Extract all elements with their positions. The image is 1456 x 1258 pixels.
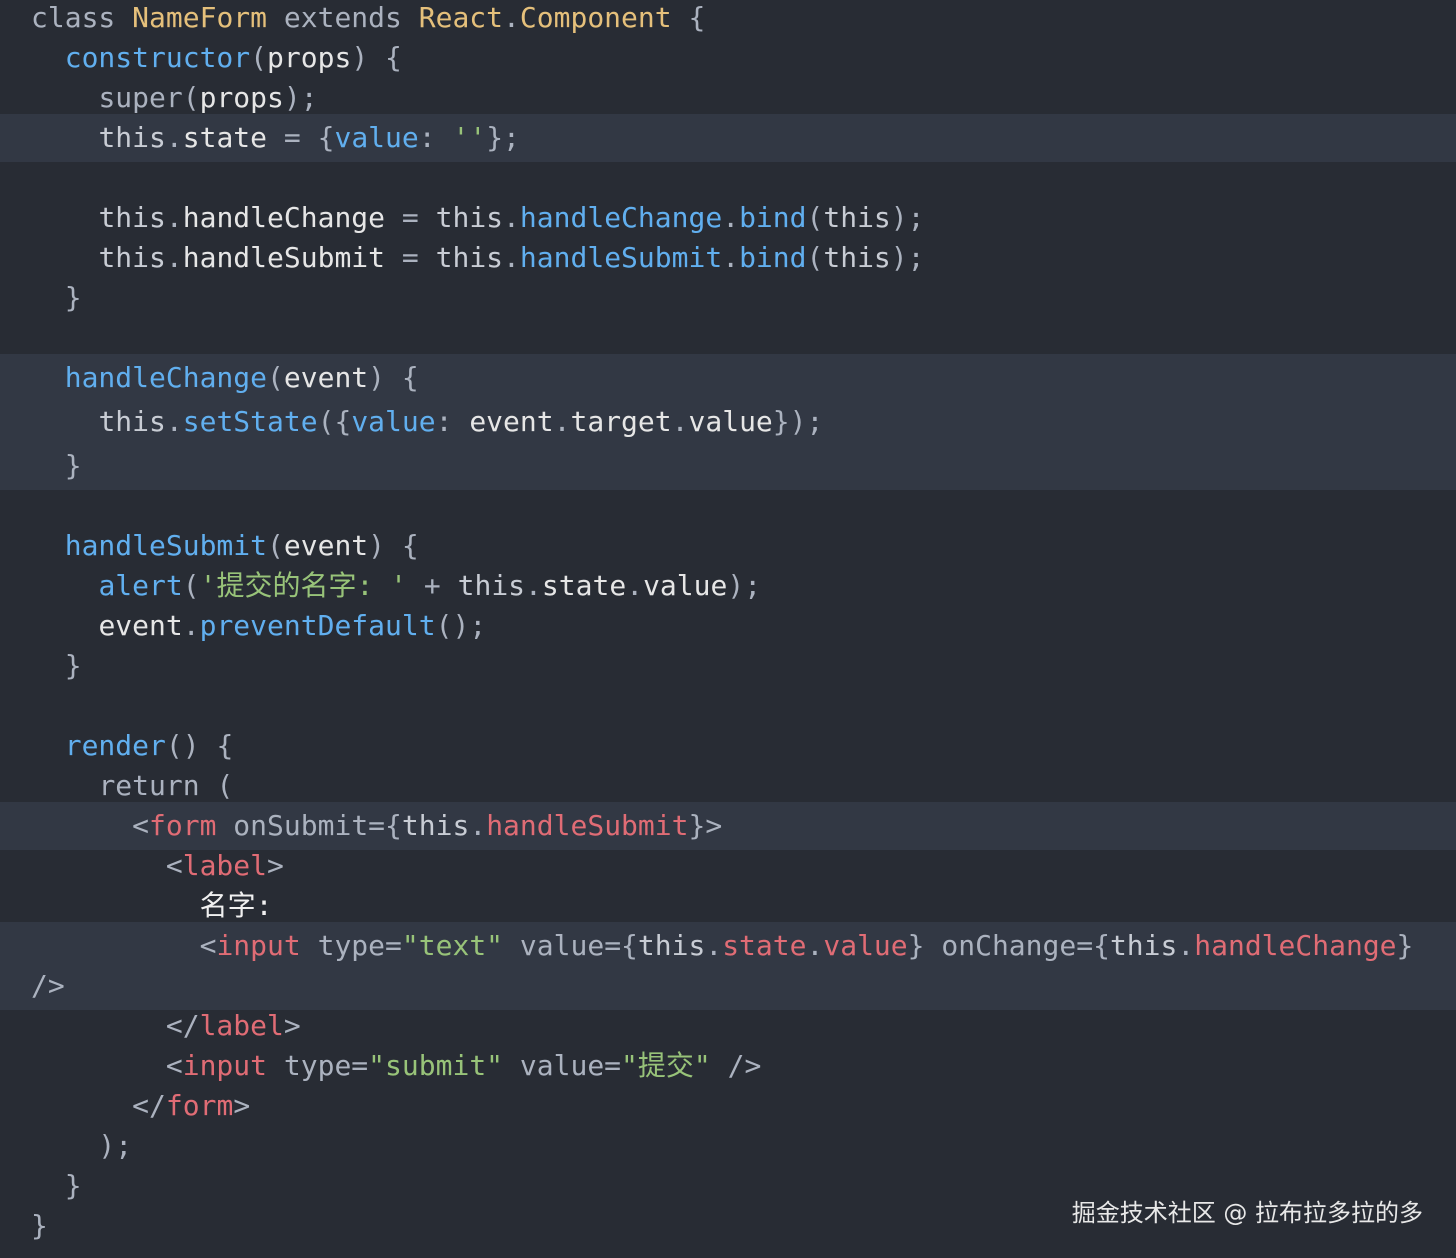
code-line: super(props); (98, 81, 318, 114)
code-line: alert('提交的名字: ' + this.state.value); (98, 569, 762, 602)
code-line: <form onSubmit={this.handleSubmit}> (132, 809, 723, 842)
watermark: 掘金技术社区 @ 拉布拉多拉的多 (1071, 1199, 1423, 1227)
code-line: } (31, 449, 82, 482)
code-line: this.state = {value: ''}; (98, 121, 520, 154)
code-line: return ( (98, 769, 234, 802)
code-line: } (31, 281, 82, 314)
code-line: render() { (64, 729, 234, 762)
code-line: handleSubmit(event) { (64, 529, 419, 562)
code-line: } (31, 1169, 82, 1202)
code-line: this.setState({value: event.target.value… (98, 405, 824, 438)
code-line: 名字: (199, 889, 273, 922)
code-line: <label> (165, 849, 284, 882)
code-line: <input type="text" value={this.state.val… (199, 929, 1414, 962)
code-editor: class NameForm extends React.Component {… (0, 0, 1456, 1258)
code-line: </form> (132, 1089, 251, 1122)
code-line: this.handleSubmit = this.handleSubmit.bi… (98, 241, 925, 274)
code-line: } (31, 649, 82, 682)
code-line: } (31, 1209, 48, 1242)
code-line: /> (31, 969, 65, 1002)
code-line: constructor(props) { (64, 41, 402, 74)
code-line: handleChange(event) { (64, 361, 419, 394)
code-line: </label> (165, 1009, 301, 1042)
code-line: this.handleChange = this.handleChange.bi… (98, 201, 925, 234)
code-line: ); (31, 1129, 133, 1162)
code-line: <input type="submit" value="提交" /> (165, 1049, 762, 1082)
code-line: event.preventDefault(); (98, 609, 487, 642)
code-line: class NameForm extends React.Component { (31, 1, 706, 34)
